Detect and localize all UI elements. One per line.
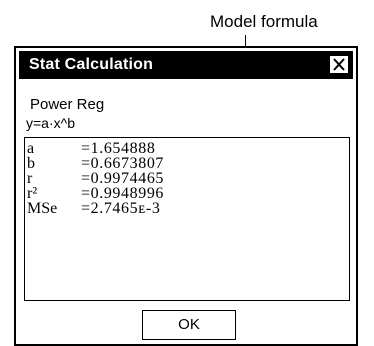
close-icon xyxy=(333,58,345,71)
result-label: MSe xyxy=(27,200,58,217)
regression-type: Power Reg xyxy=(30,96,105,113)
result-value: =2.7465ᴇ-3 xyxy=(81,200,161,217)
results-list: a =1.654888 b =0.6673807 r =0.9974465 r²… xyxy=(24,137,350,301)
close-button[interactable] xyxy=(329,55,349,74)
dialog-title-bar: Stat Calculation xyxy=(19,51,353,79)
dialog-title: Stat Calculation xyxy=(29,56,154,73)
model-formula: y=a·x^b xyxy=(26,115,75,131)
stat-calculation-dialog: Stat Calculation Power Reg y=a·x^b a =1.… xyxy=(14,46,358,346)
ok-button[interactable]: OK xyxy=(142,310,236,340)
model-formula-callout: Model formula xyxy=(210,12,318,31)
